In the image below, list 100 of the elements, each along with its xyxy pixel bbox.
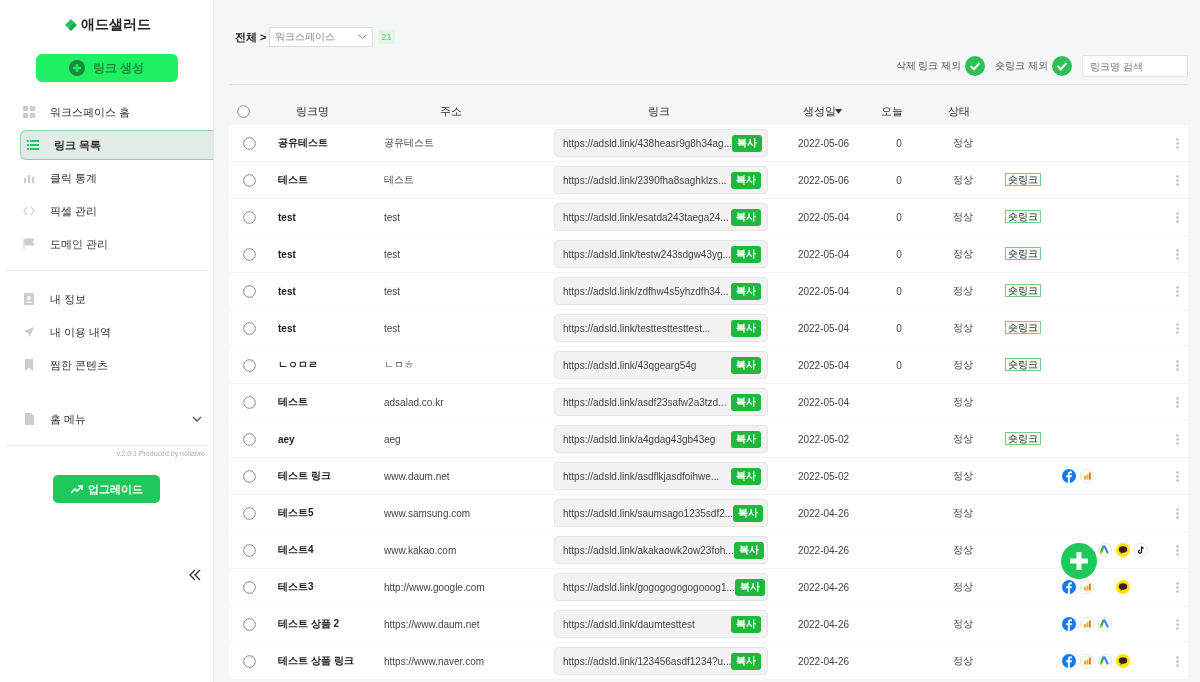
rocket-icon <box>23 326 35 338</box>
row-radio[interactable] <box>242 284 256 298</box>
more-icon[interactable] <box>1176 322 1179 334</box>
more-icon[interactable] <box>1176 211 1179 223</box>
breadcrumb[interactable]: 전체 > <box>235 29 267 45</box>
date-text: 2022-04-26 <box>797 581 850 593</box>
link-name[interactable]: 테스트 상품 링크 <box>278 655 354 666</box>
more-icon[interactable] <box>1176 433 1179 445</box>
sidebar-item[interactable]: 내 이용 내역 <box>0 317 213 347</box>
ads-icon <box>1098 617 1112 631</box>
date-text: 2022-04-26 <box>797 655 850 667</box>
link-name[interactable]: test <box>278 211 296 223</box>
row-radio[interactable] <box>242 617 256 631</box>
today-count: 0 <box>896 211 902 223</box>
column-header[interactable]: 생성일 <box>802 104 836 119</box>
link-name[interactable]: 테스트 <box>278 174 308 185</box>
row-radio[interactable] <box>242 580 256 594</box>
more-icon[interactable] <box>1176 174 1179 186</box>
more-icon[interactable] <box>1176 359 1179 371</box>
more-icon[interactable] <box>1176 137 1179 149</box>
sidebar-item[interactable]: 워크스페이스 홈 <box>0 97 213 127</box>
search-field[interactable]: 링크명 검색 <box>1082 55 1188 77</box>
short-link-tag: 숏링크 <box>1005 210 1041 223</box>
sort-icon[interactable] <box>835 109 842 114</box>
more-icon[interactable] <box>1176 544 1179 556</box>
row-radio[interactable] <box>242 358 256 372</box>
sidebar-item[interactable]: 찜한 콘텐츠 <box>0 350 213 380</box>
column-header[interactable]: 오늘 <box>881 104 903 119</box>
link-name[interactable]: 테스트 상품 2 <box>278 618 340 629</box>
link-name[interactable]: 공유테스트 <box>278 137 328 148</box>
date-text: 2022-04-26 <box>797 544 850 556</box>
workspace-select[interactable]: 워크스페이스 <box>269 27 374 47</box>
row-radio[interactable] <box>242 210 256 224</box>
today-count: 0 <box>896 359 902 371</box>
date-text: 2022-05-02 <box>797 470 850 482</box>
more-icon[interactable] <box>1176 248 1179 260</box>
sidebar-item[interactable]: 내 정보 <box>0 284 213 314</box>
check-toggle[interactable] <box>965 56 986 76</box>
row-radio[interactable] <box>242 247 256 261</box>
row-radio[interactable] <box>242 173 256 187</box>
more-icon[interactable] <box>1176 581 1179 593</box>
link-name[interactable]: 테스트 <box>278 396 308 407</box>
sidebar-item[interactable]: 클릭 통계 <box>0 163 213 193</box>
status-text: 정상 <box>953 359 973 370</box>
date-text: 2022-05-04 <box>797 322 850 334</box>
link-name[interactable]: test <box>278 248 296 260</box>
column-header[interactable]: 링크 <box>648 104 670 119</box>
more-icon[interactable] <box>1176 507 1179 519</box>
add-fab[interactable] <box>1061 543 1097 579</box>
check-toggle[interactable] <box>1052 56 1072 76</box>
short-link-text: https://adsld.link/438heasr9g8h34ag... <box>563 137 732 149</box>
date-text: 2022-05-04 <box>797 211 850 223</box>
sidebar-item[interactable]: 도메인 관리 <box>0 229 213 259</box>
status-text: 정상 <box>953 507 973 518</box>
select-all-radio[interactable] <box>237 105 250 118</box>
short-link-text: https://adsld.link/2390fha8saghklzs... <box>563 174 727 186</box>
row-radio[interactable] <box>242 395 256 409</box>
row-radio[interactable] <box>242 506 256 520</box>
facebook-icon <box>1062 469 1076 483</box>
row-radio[interactable] <box>242 432 256 446</box>
row-radio[interactable] <box>242 654 256 668</box>
address-text: test <box>384 285 401 297</box>
link-name[interactable]: aey <box>278 433 295 445</box>
filter-label: 숏링크 제외 <box>995 59 1048 73</box>
sidebar-item[interactable]: 홈 메뉴 <box>0 404 213 434</box>
row-radio[interactable] <box>242 136 256 150</box>
logo-text: 애드샐러드 <box>80 16 151 34</box>
code-icon <box>23 205 35 217</box>
date-text: 2022-05-04 <box>797 248 850 260</box>
link-name[interactable]: 테스트4 <box>278 544 314 555</box>
column-header[interactable]: 상태 <box>948 104 970 119</box>
link-name[interactable]: 테스트3 <box>278 581 314 592</box>
status-text: 정상 <box>953 544 973 555</box>
link-name[interactable]: test <box>278 285 296 297</box>
row-radio[interactable] <box>242 469 256 483</box>
row-radio[interactable] <box>242 543 256 557</box>
column-header[interactable]: 주소 <box>440 104 462 119</box>
more-icon[interactable] <box>1176 285 1179 297</box>
row-radio[interactable] <box>242 321 256 335</box>
date-text: 2022-05-04 <box>797 285 850 297</box>
link-name[interactable]: ㄴㅇㅁㄹ <box>278 359 318 370</box>
status-text: 정상 <box>953 248 973 259</box>
facebook-icon <box>1062 580 1076 594</box>
chevron-down-icon <box>358 34 368 40</box>
chat-bubble-icon <box>1116 654 1130 668</box>
ads-icon <box>1098 654 1112 668</box>
sidebar-item[interactable]: 링크 목록 <box>20 130 213 160</box>
more-icon[interactable] <box>1176 655 1179 667</box>
more-icon[interactable] <box>1176 470 1179 482</box>
short-link-text: https://adsld.link/esatda243taega24... <box>563 211 729 223</box>
sidebar-item[interactable]: 픽셀 관리 <box>0 196 213 226</box>
column-header[interactable]: 링크명 <box>295 104 329 119</box>
collapse-icon[interactable] <box>189 569 201 581</box>
more-icon[interactable] <box>1176 396 1179 408</box>
more-icon[interactable] <box>1176 618 1179 630</box>
link-name[interactable]: 테스트 링크 <box>278 470 331 481</box>
analytics-icon <box>1080 580 1094 594</box>
date-text: 2022-05-02 <box>797 433 850 445</box>
link-name[interactable]: 테스트5 <box>278 507 314 518</box>
link-name[interactable]: test <box>278 322 296 334</box>
